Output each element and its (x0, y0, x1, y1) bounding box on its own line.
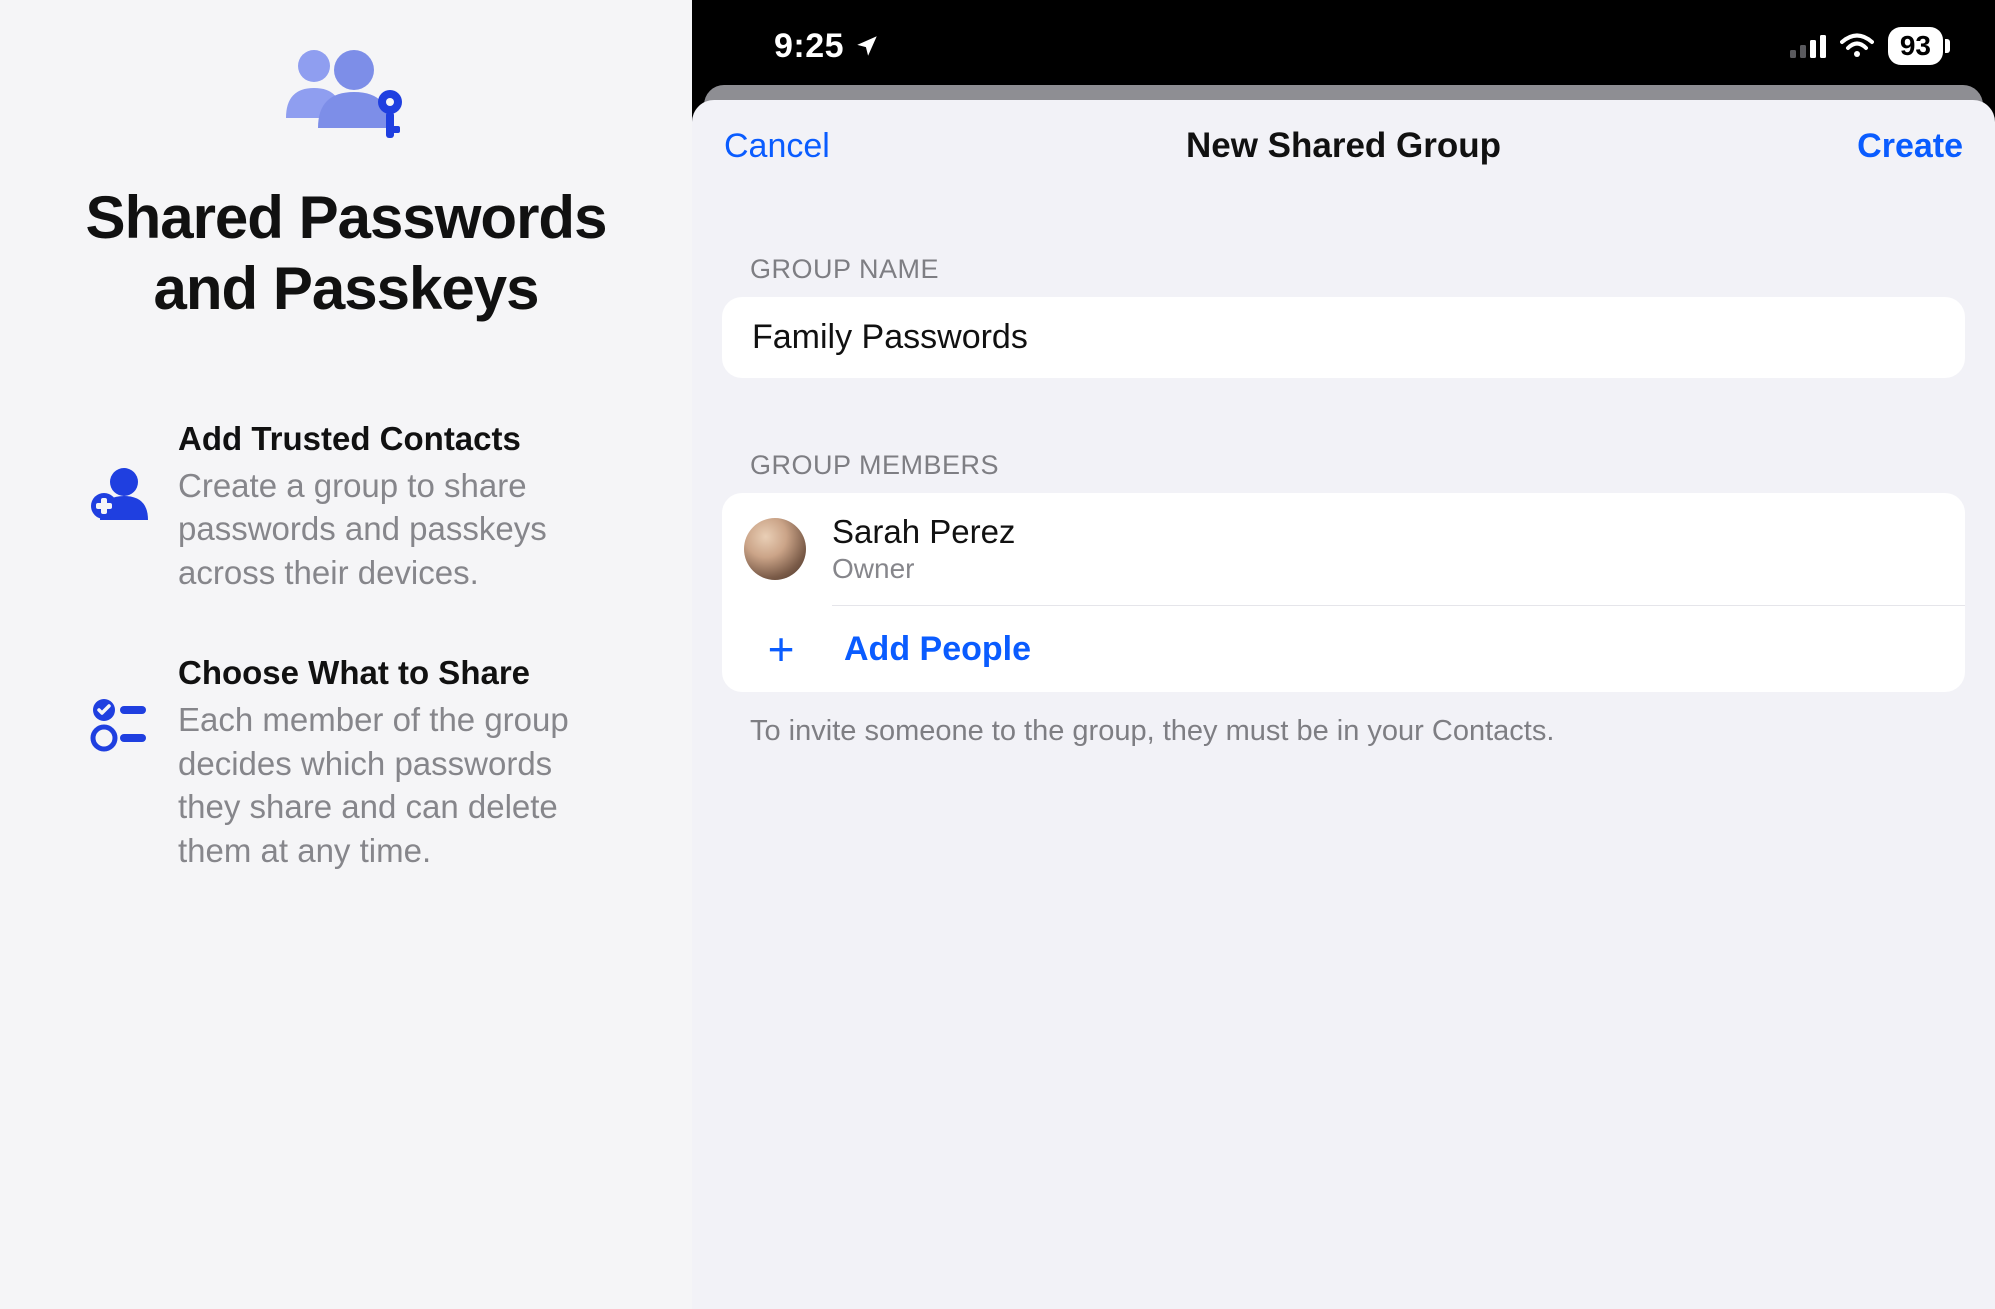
footer-note: To invite someone to the group, they mus… (692, 692, 1995, 751)
member-role: Owner (832, 553, 1015, 585)
status-bar: 9:25 93 (692, 0, 1995, 92)
modal-sheet: Cancel New Shared Group Create GROUP NAM… (692, 100, 1995, 1309)
cancel-button[interactable]: Cancel (724, 127, 830, 166)
member-row[interactable]: Sarah Perez Owner (722, 493, 1965, 605)
feature-title: Choose What to Share (178, 654, 612, 692)
people-key-icon (276, 40, 416, 140)
hero-title: Shared Passwords and Passkeys (60, 183, 632, 325)
member-name: Sarah Perez (832, 513, 1015, 551)
location-icon (854, 33, 880, 59)
feature-choose-share: Choose What to Share Each member of the … (90, 654, 612, 872)
features-list: Add Trusted Contacts Create a group to s… (60, 420, 632, 873)
hero-icon-wrap (60, 40, 632, 145)
feature-trusted-contacts: Add Trusted Contacts Create a group to s… (90, 420, 612, 595)
feature-title: Add Trusted Contacts (178, 420, 612, 458)
phone-pane: 9:25 93 Cancel New Shared Group (692, 0, 1995, 1309)
battery-indicator: 93 (1888, 27, 1943, 65)
group-name-input[interactable] (750, 317, 1937, 358)
members-cell-group: Sarah Perez Owner + Add People (722, 493, 1965, 692)
intro-pane: Shared Passwords and Passkeys Add Truste… (0, 0, 692, 1309)
wifi-icon (1840, 33, 1874, 59)
group-name-cell-group (722, 297, 1965, 378)
add-people-label: Add People (844, 630, 1031, 669)
group-name-label: GROUP NAME (692, 186, 1995, 297)
status-time: 9:25 (774, 27, 844, 66)
group-name-cell (722, 297, 1965, 378)
cellular-icon (1790, 34, 1826, 58)
person-add-icon (90, 420, 150, 522)
sheet-header: Cancel New Shared Group Create (692, 100, 1995, 186)
group-members-label: GROUP MEMBERS (692, 378, 1995, 493)
feature-desc: Create a group to share passwords and pa… (178, 464, 612, 595)
checklist-icon (90, 654, 150, 752)
add-people-button[interactable]: + Add People (722, 606, 1965, 692)
create-button[interactable]: Create (1857, 127, 1963, 166)
avatar (744, 518, 806, 580)
plus-icon: + (750, 626, 812, 672)
sheet-title: New Shared Group (1186, 126, 1501, 166)
feature-desc: Each member of the group decides which p… (178, 698, 612, 872)
